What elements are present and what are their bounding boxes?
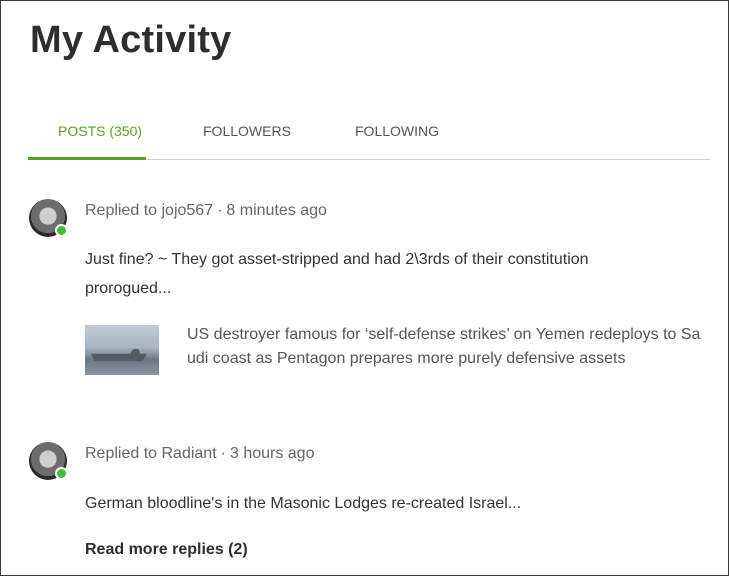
meta-separator: · [220, 445, 226, 462]
activity-tabs: POSTS (350) FOLLOWERS FOLLOWING [30, 111, 710, 160]
activity-meta: Replied to jojo567 · 8 minutes ago [85, 202, 327, 220]
activity-text[interactable]: Just fine? ~ They got asset-stripped and… [85, 245, 685, 303]
avatar[interactable] [29, 199, 68, 237]
activity-text-line: Just fine? ~ They got asset-stripped and… [85, 251, 589, 268]
tab-posts[interactable]: POSTS (350) [58, 123, 142, 139]
activity-text-line: prorogued... [85, 280, 172, 297]
online-status-icon [55, 467, 68, 480]
activity-time: 8 minutes ago [226, 202, 327, 219]
page-title: My Activity [30, 19, 232, 61]
activity-time: 3 hours ago [229, 445, 315, 462]
ship-shape [91, 349, 147, 361]
link-preview-title[interactable]: US destroyer famous for ‘self-defense st… [187, 323, 707, 371]
tab-followers[interactable]: FOLLOWERS [203, 123, 291, 139]
replied-to-link[interactable]: Replied to jojo567 [85, 202, 213, 219]
activity-panel: My Activity POSTS (350) FOLLOWERS FOLLOW… [0, 0, 729, 576]
active-tab-indicator [28, 157, 146, 160]
activity-text-line: German bloodline's in the Masonic Lodges… [85, 495, 522, 512]
replied-to-link[interactable]: Replied to Radiant [85, 445, 217, 462]
read-more-replies-link[interactable]: Read more replies (2) [85, 541, 248, 559]
ship-image-icon[interactable] [85, 325, 159, 375]
avatar[interactable] [29, 442, 68, 480]
activity-meta: Replied to Radiant · 3 hours ago [85, 445, 314, 463]
meta-separator: · [217, 202, 223, 219]
activity-text[interactable]: German bloodline's in the Masonic Lodges… [85, 489, 685, 518]
link-preview[interactable]: US destroyer famous for ‘self-defense st… [85, 323, 715, 397]
online-status-icon [55, 224, 68, 237]
tab-following[interactable]: FOLLOWING [355, 123, 439, 139]
